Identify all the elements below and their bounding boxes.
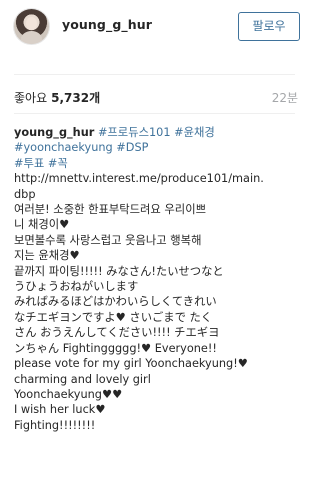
hashtag-link[interactable]: #프로듀스101 — [98, 126, 171, 139]
post-time[interactable]: 22분 — [272, 89, 298, 106]
likes-label: 좋아요 — [14, 91, 48, 105]
caption-text-line: さん おうえんしてください!!!! チエギヨ — [14, 326, 220, 340]
caption-text-line: ンちゃん Fightinggggg!♥ Everyone!! — [14, 341, 217, 355]
hashtag-link[interactable]: #투표 — [14, 157, 44, 170]
hashtag-link[interactable]: #yoonchaekyung — [14, 141, 113, 154]
follow-button[interactable]: 팔로우 — [238, 12, 300, 41]
caption-text-line: 지는 윤채경♥ — [14, 249, 80, 263]
post-header: young_g_hur 팔로우 — [0, 0, 309, 58]
caption-text-line: Fighting!!!!!!!! — [14, 418, 96, 432]
avatar-face-shape — [26, 17, 37, 30]
likes-count[interactable]: 좋아요 5,732개 — [14, 89, 100, 106]
hashtag-link[interactable]: #꼭 — [48, 157, 68, 170]
caption-text-line: please vote for my girl Yoonchaekyung!♥ — [14, 357, 248, 371]
caption-text-line: I wish her luck♥ — [14, 403, 106, 417]
caption-text-line: Yoonchaekyung♥♥ — [14, 387, 123, 401]
caption-text-line: http://mnettv.interest.me/produce101/mai… — [14, 172, 264, 186]
caption-line-tags: #yoonchaekyung #DSP — [14, 140, 296, 155]
caption-text-line: 끝까지 파이팅!!!!! みなさん!たいせつなと — [14, 264, 224, 278]
likes-value: 5,732개 — [51, 91, 101, 105]
avatar[interactable] — [14, 9, 49, 44]
caption-text-line: なチエギヨンですよ♥ さいごまで たく — [14, 310, 213, 324]
hashtag-link[interactable]: #DSP — [116, 141, 148, 154]
caption-username[interactable]: young_g_hur — [14, 126, 94, 139]
avatar-body-shape — [21, 31, 42, 44]
divider-bottom — [14, 113, 295, 114]
caption-line-tags: #투표 #꼭 — [14, 156, 296, 171]
caption-text-line: みればみるほどはかわいらしくてきれい — [14, 295, 217, 309]
hashtag-link[interactable]: #윤채경 — [174, 126, 215, 139]
caption-text-line: 니 채경이♥ — [14, 218, 70, 232]
header-username[interactable]: young_g_hur — [62, 17, 152, 32]
post-caption: young_g_hur #프로듀스101 #윤채경 #yoonchaekyung… — [14, 125, 296, 433]
divider-top — [14, 74, 295, 75]
caption-text-line: うひょうおねがいします — [14, 280, 139, 294]
caption-text-line: 여러분! 소중한 한표부탁드려요 우리이쁘 — [14, 203, 206, 217]
caption-line-user-tags: young_g_hur #프로듀스101 #윤채경 — [14, 125, 296, 140]
caption-text-line: 보면볼수록 사랑스럽고 웃음나고 행복해 — [14, 233, 202, 247]
caption-text-line: dbp — [14, 187, 36, 201]
caption-text-line: charming and lovely girl — [14, 372, 151, 386]
